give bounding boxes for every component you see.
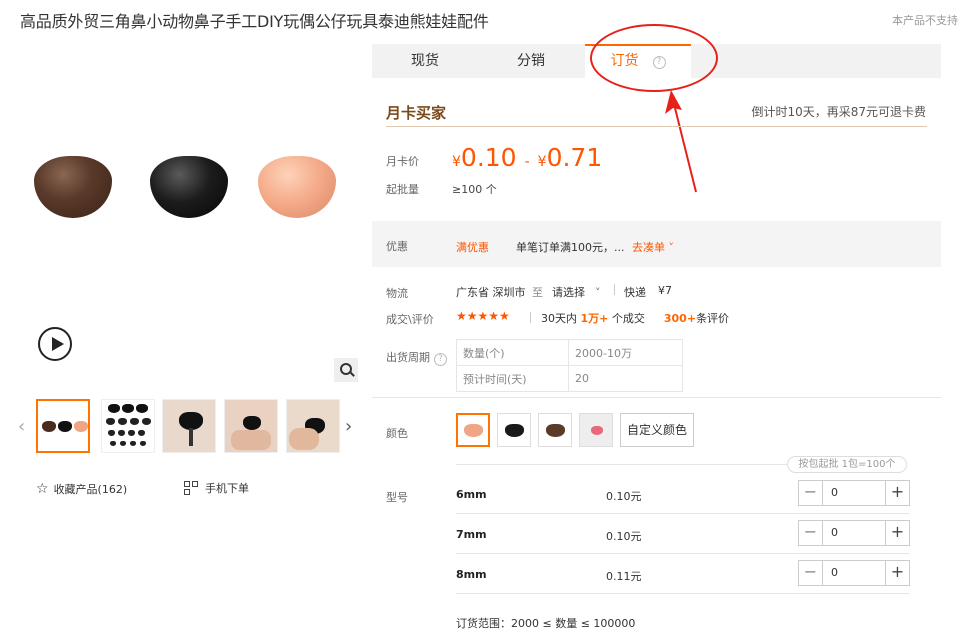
logistics-fee: ¥7 [658,284,672,297]
quantity-stepper: − 0 + [798,520,910,546]
sku-price: 0.10元 [606,490,642,503]
peach-nose-image [258,156,336,218]
rating-stars: ★★★★★ [456,309,510,323]
favorite-button[interactable]: ☆ 收藏产品(162) [36,481,127,497]
logistics-method: 快递 [624,286,646,299]
brown-nose-image [34,156,112,218]
promo-link[interactable]: 去凑单 ˅ [632,239,674,255]
logistics-origin: 广东省 深圳市 [456,286,526,299]
thumbnail-1[interactable] [36,399,90,453]
logistics-to: 至 [532,286,543,299]
play-video-icon[interactable] [38,327,72,361]
increment-button[interactable]: + [885,521,909,545]
chevron-down-icon: ˅ [595,286,601,299]
increment-button[interactable]: + [885,481,909,505]
order-range: 订货范围：2000 ≤ 数量 ≤ 100000 [456,617,636,630]
quantity-stepper: − 0 + [798,480,910,506]
thumbnail-4[interactable] [224,399,278,453]
tab-distribution[interactable]: 分销 [478,44,584,78]
thumbnail-5[interactable] [286,399,340,453]
thumbnail-2[interactable] [101,399,155,453]
thumbnail-3[interactable] [162,399,216,453]
batch-note: 按包起批 1包=100个 [787,456,907,473]
moq-value: ≥100 个 [452,183,497,196]
sku-row: 8mm 0.11元 − 0 + [456,554,910,594]
annotation-oval [590,24,718,92]
deals-stats: 30天内 1万+ 个成交 300+条评价 [530,310,729,326]
sku-row: 6mm 0.10元 − 0 + [456,474,910,514]
sku-price: 0.10元 [606,530,642,543]
quantity-input[interactable]: 0 [831,486,838,499]
deals-label: 成交\评价 [386,313,434,326]
logistics-separator [614,284,623,297]
black-nose-image [150,156,228,218]
price-max: 0.71 [546,143,603,172]
annotation-arrow-icon [665,90,697,193]
shipping-table: 数量(个) 2000-10万 预计时间(天) 20 [456,339,683,392]
star-outline-icon: ☆ [36,481,49,497]
mobile-order-button[interactable]: 手机下单 [184,480,249,496]
color-label: 颜色 [386,427,408,440]
swatch-peach[interactable] [456,413,490,447]
help-icon[interactable]: ? [434,353,447,366]
member-countdown: 倒计时10天，再采87元可退卡费 [751,105,926,119]
sales-count: 1万+ [580,312,609,325]
price-min: 0.10 [460,143,517,172]
sku-price: 0.11元 [606,570,642,583]
decrement-button[interactable]: − [799,521,823,545]
table-row: 数量(个) 2000-10万 [456,339,683,366]
main-product-image[interactable] [20,44,360,384]
mobile-order-label: 手机下单 [205,482,249,495]
sku-size: 8mm [456,568,487,581]
destination-select[interactable]: 请选择 ˅ [552,284,601,300]
swatch-pink[interactable] [579,413,613,447]
reviews-count[interactable]: 300+ [664,312,696,325]
promo-text: 单笔订单满100元，... [516,241,625,254]
swatch-black[interactable] [497,413,531,447]
product-title: 高品质外贸三角鼻小动物鼻子手工DIY玩偶公仔玩具泰迪熊娃娃配件 [20,12,489,31]
member-buyer-title: 月卡买家 [386,104,447,122]
decrement-button[interactable]: − [799,481,823,505]
unsupported-note: 本产品不支持 [892,14,958,27]
promo-label: 优惠 [386,240,408,253]
increment-button[interactable]: + [885,561,909,585]
sku-row: 7mm 0.10元 − 0 + [456,514,910,554]
thumb-prev-icon[interactable]: ‹ [18,416,25,437]
sku-size: 7mm [456,528,487,541]
qr-code-icon [184,481,198,495]
divider [372,397,941,398]
shipping-label: 出货周期? [386,349,447,366]
moq-label: 起批量 [386,183,419,196]
sku-size: 6mm [456,488,487,501]
model-label: 型号 [386,491,408,504]
swatch-brown[interactable] [538,413,572,447]
promo-tag: 满优惠 [456,241,489,254]
quantity-input[interactable]: 0 [831,526,838,539]
price-label: 月卡价 [386,155,419,168]
quantity-stepper: − 0 + [798,560,910,586]
price-range: ¥0.10- ¥0.71 [452,143,603,172]
tab-spot[interactable]: 现货 [372,44,478,78]
decrement-button[interactable]: − [799,561,823,585]
zoom-icon[interactable] [334,358,358,382]
divider [386,126,927,127]
divider [456,464,787,465]
quantity-input[interactable]: 0 [831,566,838,579]
logistics-label: 物流 [386,287,408,300]
favorite-label: 收藏产品(162) [53,483,128,496]
thumb-next-icon[interactable]: › [345,416,352,437]
table-row: 预计时间(天) 20 [456,365,683,392]
custom-color-button[interactable]: 自定义颜色 [620,413,695,447]
